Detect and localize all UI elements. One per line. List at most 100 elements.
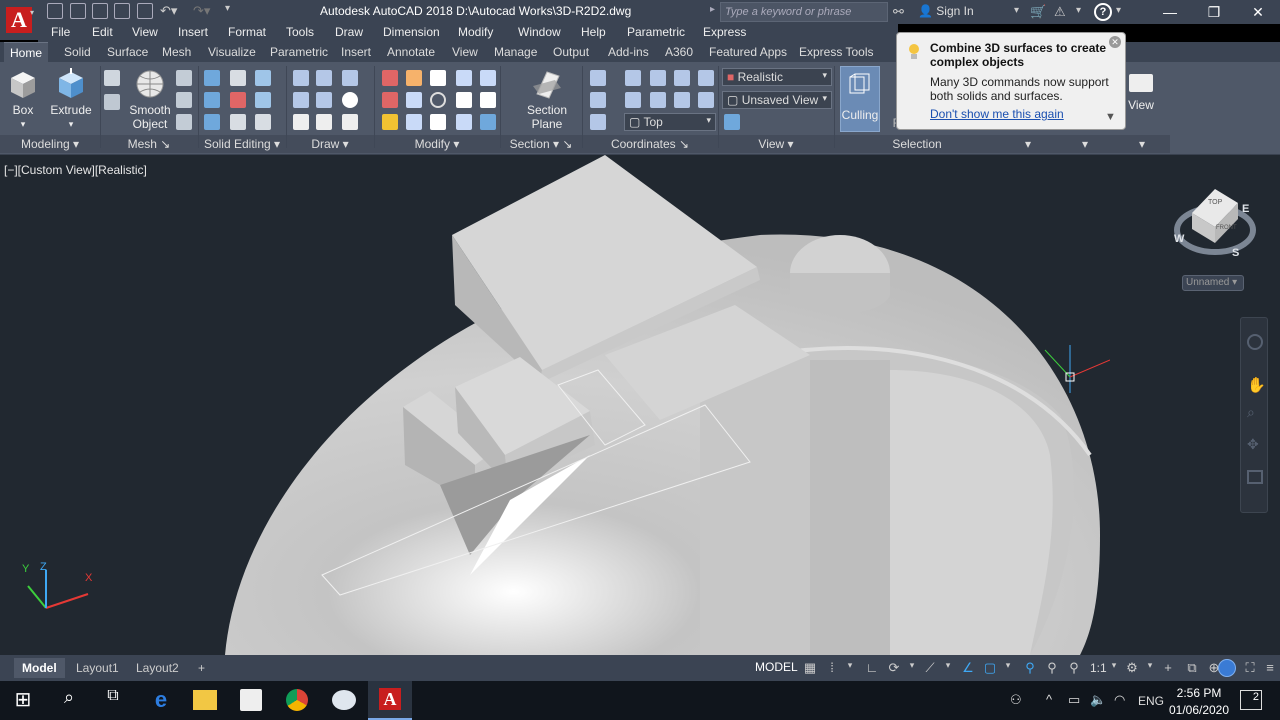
panel-expand-icon[interactable]: ▾ [1114,135,1170,153]
separate-icon[interactable] [255,92,271,108]
tab-a360[interactable]: A360 [659,42,699,62]
action-center-icon[interactable]: 2 [1240,690,1262,710]
menu-dimension[interactable]: Dimension [383,24,440,40]
add-icon[interactable]: + [1160,660,1176,676]
panel-coordinates[interactable]: Coordinates ↘ [582,135,718,153]
object-snap-tracking-icon[interactable]: ∠ [960,660,976,676]
binoculars-icon[interactable]: ⚯ [893,4,911,20]
chevron-down-icon[interactable]: ▾ [1142,660,1158,676]
panel-modeling[interactable]: Modeling ▾ [0,135,100,153]
search-input[interactable]: Type a keyword or phrase [720,2,888,22]
chevron-down-icon[interactable]: ▼ [1105,111,1116,123]
snap-icon[interactable]: ⁞ [824,660,840,676]
menu-help[interactable]: Help [581,24,606,40]
subtract-icon[interactable] [204,92,220,108]
panel-expand-icon[interactable]: ▾ [1056,135,1114,153]
menu-edit[interactable]: Edit [92,24,113,40]
chevron-down-icon[interactable]: ▾ [842,660,858,676]
redo-icon[interactable]: ↷▾ [193,3,219,19]
steering-wheel-icon[interactable] [1247,334,1263,350]
language-indicator[interactable]: ENG [1138,694,1164,708]
smooth-object-button[interactable]: Smooth Object [126,68,174,134]
dont-show-again-link[interactable]: Don't show me this again [930,107,1064,121]
interfere-icon[interactable] [230,114,246,130]
clock-time[interactable]: 2:56 PM [1170,686,1228,700]
tab-layout2[interactable]: Layout2 [128,658,187,678]
tab-home[interactable]: Home [4,42,49,62]
tab-view[interactable]: View [446,42,484,62]
viewcube-front-label[interactable]: FRONT [1216,225,1237,231]
culling-button[interactable]: Culling [840,66,880,132]
3d-mirror-icon[interactable] [456,114,472,130]
battery-icon[interactable]: ▭ [1068,692,1080,708]
polysolid-icon[interactable] [104,70,120,86]
close-icon[interactable]: ✕ [1109,36,1121,48]
ucs-named-select[interactable]: ▢ Top ▾ [624,113,716,131]
pan-icon[interactable]: ✋ [1247,376,1266,394]
save-icon[interactable] [92,3,108,19]
compass-west-label[interactable]: W [1174,233,1184,245]
ucs-3point-icon[interactable] [590,114,606,130]
close-button[interactable]: ✕ [1236,0,1280,24]
minimize-button[interactable]: — [1148,0,1192,24]
chevron-down-icon[interactable]: ▾ [1000,660,1016,676]
compass-east-label[interactable]: E [1242,203,1249,215]
volume-icon[interactable]: 🔈 [1090,692,1106,708]
fillet-icon[interactable] [480,92,496,108]
chevron-down-icon[interactable]: ▾ [1014,5,1024,19]
menu-draw[interactable]: Draw [335,24,363,40]
viewcube[interactable]: TOP FRONT W E S [1170,185,1260,265]
compass-south-label[interactable]: S [1232,247,1239,259]
annotation-scale-icon[interactable]: ⚲ [1066,660,1082,676]
ucs-view-icon[interactable] [625,92,641,108]
ucs-menu-button[interactable]: Unnamed ▾ [1182,275,1244,291]
stretch-icon[interactable] [430,114,446,130]
line-icon[interactable] [293,70,309,86]
ucs-object-icon[interactable] [698,70,714,86]
extract-edges-icon[interactable] [230,70,246,86]
new-file-icon[interactable] [47,3,63,19]
panel-expand-icon[interactable]: ▾ [1000,135,1056,153]
slice-icon[interactable] [230,92,246,108]
mesh-smooth-more-icon[interactable] [176,70,192,86]
extend-icon[interactable] [382,92,398,108]
chevron-down-icon[interactable]: ▾ [940,660,956,676]
menu-express[interactable]: Express [703,24,746,40]
ortho-icon[interactable]: ∟ [864,660,880,676]
panel-solid-editing[interactable]: Solid Editing ▾ [198,135,286,153]
object-snap-icon[interactable]: ▢ [982,660,998,676]
polygon-icon[interactable] [293,114,309,130]
tab-insert[interactable]: Insert [335,42,377,62]
ucs-origin-icon[interactable] [590,92,606,108]
tab-visualize[interactable]: Visualize [202,42,262,62]
zoom-icon[interactable]: ⌕ [1247,404,1255,421]
shell-icon[interactable] [255,114,271,130]
panel-modify[interactable]: Modify ▾ [374,135,500,153]
viewport-controls-label[interactable]: [−][Custom View][Realistic] [4,163,147,177]
annotation-scale-value[interactable]: 1:1 [1090,661,1107,675]
tab-express-tools[interactable]: Express Tools [793,42,879,62]
isodraft-icon[interactable]: ⟋ [922,660,938,676]
ucs-world-icon[interactable] [625,70,641,86]
isolate-objects-icon[interactable]: ⧉ [1184,660,1200,676]
copy-icon[interactable] [406,92,422,108]
tab-layout1[interactable]: Layout1 [68,658,127,678]
align-icon[interactable] [480,70,496,86]
ucs-face-icon[interactable] [674,70,690,86]
chrome-icon[interactable] [286,689,308,711]
task-view-icon[interactable]: ⧉ [100,687,126,713]
ucs-x-icon[interactable] [650,92,666,108]
spline-icon[interactable] [293,92,309,108]
tab-featured-apps[interactable]: Featured Apps [703,42,793,62]
tab-surface[interactable]: Surface [101,42,154,62]
clock-date[interactable]: 01/06/2020 [1166,703,1232,717]
tab-model[interactable]: Model [14,658,65,678]
union-icon[interactable] [204,70,220,86]
viewport-config-icon[interactable] [724,114,740,130]
model-space-button[interactable]: MODEL [752,659,801,675]
panel-draw[interactable]: Draw ▾ [286,135,374,153]
menu-tools[interactable]: Tools [286,24,314,40]
save-as-icon[interactable] [114,3,130,19]
ucs-icon[interactable] [590,70,606,86]
view-button[interactable]: View [1126,68,1156,118]
